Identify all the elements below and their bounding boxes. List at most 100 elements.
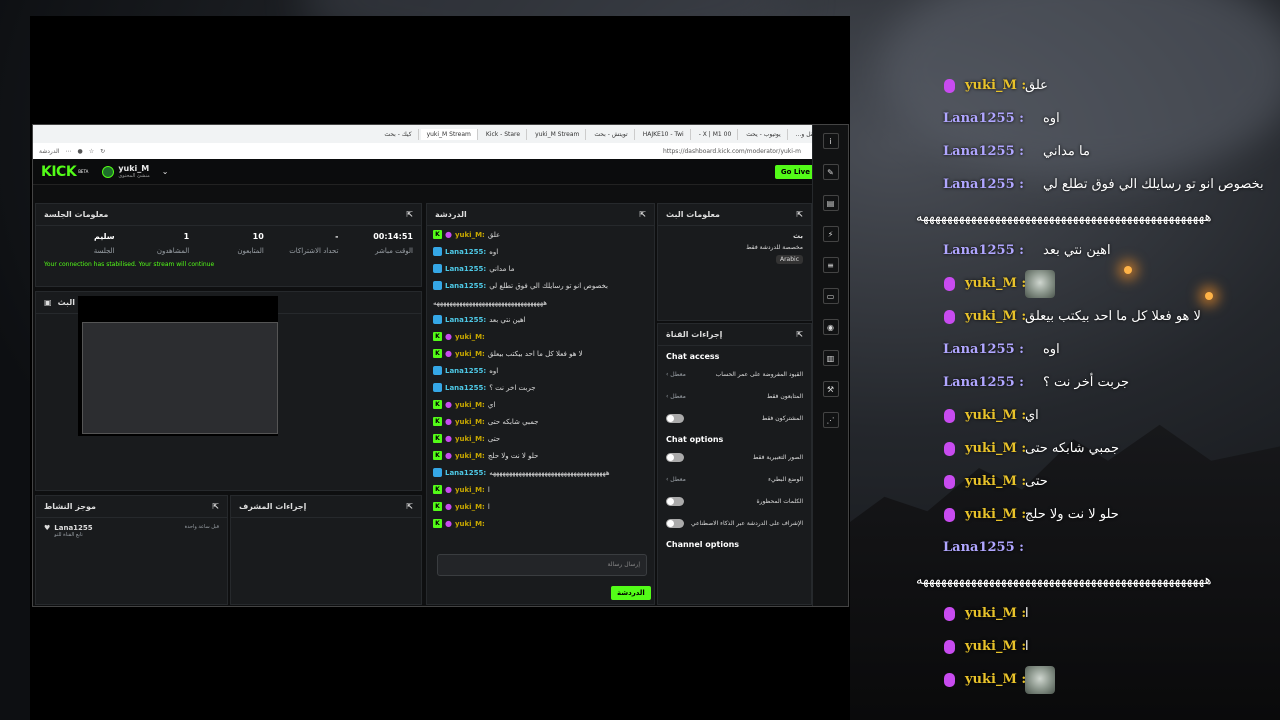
chat-username[interactable]: yuki_M: bbox=[455, 435, 485, 443]
preview-video[interactable] bbox=[78, 296, 278, 436]
badge-icon bbox=[433, 315, 442, 324]
chat-username[interactable]: yuki_M: bbox=[455, 350, 485, 358]
connection-notice: Your connection has stabilised. Your str… bbox=[44, 261, 215, 268]
kick-badge-icon: K bbox=[433, 519, 442, 528]
menu-icon[interactable]: ⋯ bbox=[65, 148, 71, 155]
kick-logo[interactable]: KICK bbox=[41, 164, 77, 180]
browser-tab[interactable]: كيك - بحث bbox=[378, 128, 419, 140]
chat-username[interactable]: yuki_M: bbox=[455, 503, 485, 511]
overlay-chat-line: هههههههههههههههههههههههههههههههههههههههه… bbox=[850, 565, 1280, 598]
wrench-icon[interactable]: ⚒ bbox=[822, 381, 839, 397]
star-icon[interactable]: ☆ bbox=[89, 148, 94, 155]
info-icon[interactable]: i bbox=[822, 133, 839, 149]
chat-message: Lana1255: ههههههههههههههههههههههههههههههه… bbox=[427, 464, 654, 481]
save-icon[interactable]: ▥ bbox=[822, 350, 839, 366]
stat-label: الوقت مباشر bbox=[375, 247, 413, 255]
go-live-button[interactable]: Go Live bbox=[774, 164, 816, 179]
channel-setting-row[interactable]: الكلمات المحظورة bbox=[658, 490, 811, 512]
bookmark-chat[interactable]: الدردشة bbox=[39, 148, 59, 155]
expand-icon[interactable]: ⇱ bbox=[406, 210, 413, 219]
chat-message: Lana1255: اوه bbox=[427, 243, 654, 260]
setting-toggle[interactable] bbox=[666, 452, 684, 462]
browser-tab[interactable]: 00 X | M1 - bbox=[693, 128, 739, 140]
browser-tab[interactable]: يوتيوب - يحث bbox=[740, 128, 788, 140]
chat-username[interactable]: yuki_M: bbox=[455, 231, 485, 239]
expand-icon[interactable]: ⇱ bbox=[406, 502, 413, 511]
expand-icon[interactable]: ⇱ bbox=[796, 210, 803, 219]
address-bar[interactable]: الدردشة ⋯ ● ☆ ↻ https://dashboard.kick.c… bbox=[33, 143, 848, 159]
overlay-message: اهين نتي بعد bbox=[1043, 243, 1111, 258]
chat-username[interactable]: Lana1255: bbox=[445, 469, 486, 477]
bolt-icon[interactable]: ⚡ bbox=[822, 226, 839, 242]
browser-tab[interactable]: yuki_M Stream bbox=[420, 128, 478, 140]
channel-setting-row[interactable]: الوضع البطيء معطل › bbox=[658, 468, 811, 490]
list-icon[interactable]: ≡ bbox=[822, 257, 839, 273]
mic-icon bbox=[944, 640, 955, 654]
channel-setting-row[interactable]: القيود المفروضة على عمر الحساب معطل › bbox=[658, 363, 811, 385]
setting-label: الصور التعبيرية فقط bbox=[752, 453, 803, 461]
chat-username[interactable]: yuki_M: bbox=[455, 333, 485, 341]
chat-username[interactable]: Lana1255: bbox=[445, 316, 486, 324]
overlay-message bbox=[1025, 666, 1055, 694]
chat-username[interactable]: yuki_M: bbox=[455, 486, 485, 494]
browser-tab[interactable]: yuki_M Stream bbox=[529, 128, 587, 140]
mic-icon: ● bbox=[445, 434, 452, 443]
browser-tab[interactable]: تويتش - بحث bbox=[588, 128, 635, 140]
browser-tab[interactable]: Kick - Stare bbox=[480, 128, 528, 140]
chevron-down-icon[interactable]: ⌄ bbox=[162, 167, 169, 176]
chat-input[interactable]: إرسال رسالة bbox=[437, 554, 647, 576]
session-stats: 00:14:51 الوقت مباشر - تحداد الاشتراكات 10 ال… bbox=[36, 226, 421, 261]
channel-setting-row[interactable]: الصور التعبيرية فقط bbox=[658, 446, 811, 468]
mic-icon: ● bbox=[445, 349, 452, 358]
chat-username[interactable]: Lana1255: bbox=[445, 248, 486, 256]
browser-tab[interactable]: HAJKE10 - Twi bbox=[637, 128, 691, 140]
tool-rail: i ✎ ▤ ⚡ ≡ ▭ ◉ ▥ ⚒ ⋰ bbox=[812, 125, 848, 606]
mic-icon bbox=[944, 277, 955, 291]
channel-setting-row[interactable]: المتابعون فقط معطل › bbox=[658, 385, 811, 407]
setting-toggle[interactable] bbox=[666, 413, 684, 423]
overlay-username: yuki_M : bbox=[965, 672, 1027, 687]
stat-value: - bbox=[335, 232, 339, 241]
user-switcher[interactable]: yuki_M منشئ المحتوى ⌄ bbox=[102, 164, 168, 179]
chat-username[interactable]: yuki_M: bbox=[455, 401, 485, 409]
chat-text: جمبي شابكه حتى bbox=[487, 417, 539, 426]
chat-username[interactable]: Lana1255: bbox=[445, 265, 486, 273]
stat-value: 1 bbox=[183, 232, 190, 241]
expand-icon[interactable]: ⇱ bbox=[796, 330, 803, 339]
reload-icon[interactable]: ↻ bbox=[100, 148, 105, 155]
url-field[interactable]: https://dashboard.kick.com/moderator/yuk… bbox=[111, 148, 831, 155]
kick-badge-icon: K bbox=[433, 434, 442, 443]
kick-badge-icon: K bbox=[433, 332, 442, 341]
chat-username[interactable]: yuki_M: bbox=[455, 520, 485, 528]
channel-setting-row[interactable]: الإشراف على الدردشة عبر الذكاء الاصطناعي bbox=[658, 512, 811, 534]
chat-message: K ● yuki_M: bbox=[427, 328, 654, 345]
profile-icon[interactable]: ● bbox=[77, 148, 82, 155]
expand-icon[interactable]: ⇱ bbox=[639, 210, 646, 219]
overlay-chat-line: yuki_M : bbox=[850, 664, 1280, 697]
chat-username[interactable]: yuki_M: bbox=[455, 452, 485, 460]
share-icon[interactable]: ⋰ bbox=[822, 412, 839, 428]
chat-username[interactable]: Lana1255: bbox=[445, 367, 486, 375]
expand-icon[interactable]: ⇱ bbox=[212, 502, 219, 511]
overlay-message: هههههههههههههههههههههههههههههههههههههههه… bbox=[916, 573, 1212, 588]
activity-user[interactable]: Lana1255 bbox=[54, 524, 92, 532]
chat-username[interactable]: yuki_M: bbox=[455, 418, 485, 426]
stat-value: سليم bbox=[93, 232, 115, 241]
overlay-chat-line: Lana1255 : بخصوص انو تو رسايلك الي فوق تط… bbox=[850, 169, 1280, 202]
mic-icon bbox=[944, 475, 955, 489]
channel-setting-row[interactable]: المشتركون فقط bbox=[658, 407, 811, 429]
chat-icon[interactable]: ▭ bbox=[822, 288, 839, 304]
chat-username[interactable]: Lana1255: bbox=[445, 384, 486, 392]
mic-icon: ● bbox=[445, 485, 452, 494]
session-title: معلومات الجلسة bbox=[44, 210, 109, 219]
chat-send-button[interactable]: الدردشة bbox=[611, 586, 651, 600]
setting-label: الكلمات المحظورة bbox=[756, 497, 803, 505]
signal-icon[interactable]: ◉ bbox=[822, 319, 839, 335]
setting-toggle[interactable] bbox=[666, 518, 684, 528]
layout-icon[interactable]: ▤ bbox=[822, 195, 839, 211]
chat-text: اوه bbox=[489, 366, 499, 375]
pencil-icon[interactable]: ✎ bbox=[822, 164, 839, 180]
overlay-message: اوه bbox=[1043, 111, 1060, 126]
setting-toggle[interactable] bbox=[666, 496, 684, 506]
chat-username[interactable]: Lana1255: bbox=[445, 282, 486, 290]
